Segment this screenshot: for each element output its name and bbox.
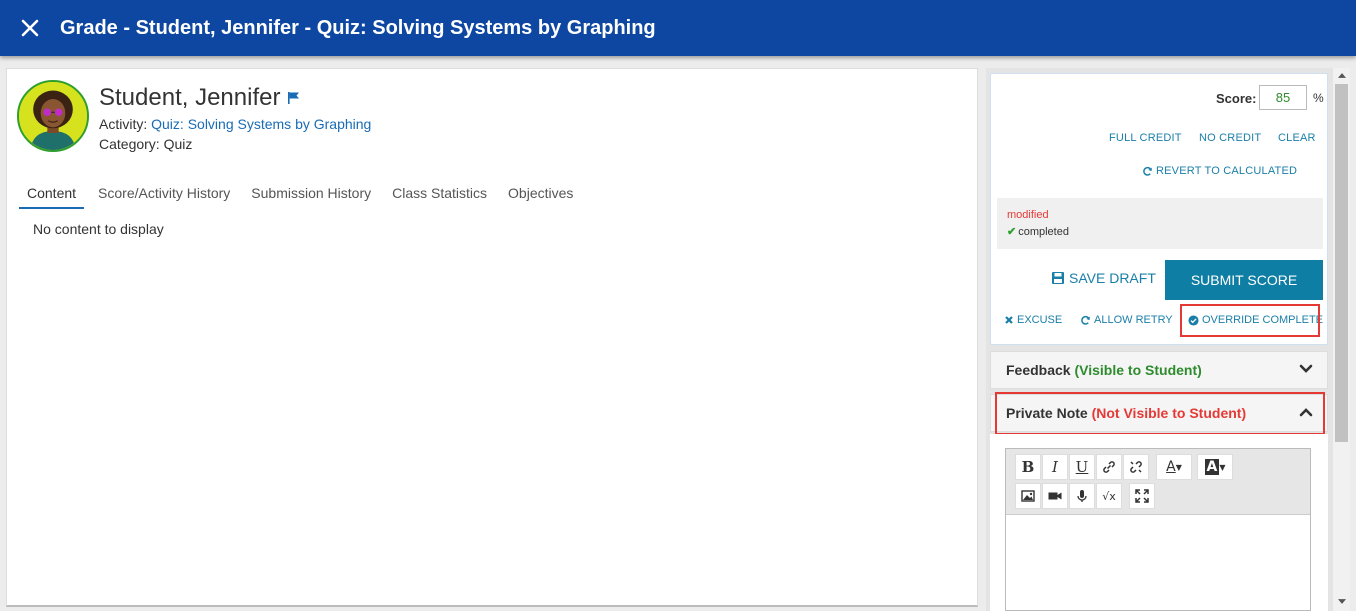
- header-bar: Grade - Student, Jennifer - Quiz: Solvin…: [0, 0, 1356, 56]
- status-modified: modified: [1007, 209, 1049, 221]
- equation-icon[interactable]: √x: [1096, 483, 1122, 509]
- category-label: Category: Quiz: [99, 136, 193, 152]
- student-content-panel: Student, Jennifer Activity: Quiz: Solvin…: [6, 68, 978, 607]
- status-completed: ✔ completed: [1007, 225, 1069, 238]
- bold-icon[interactable]: B: [1015, 454, 1041, 480]
- x-icon: [1005, 316, 1013, 324]
- clear-button[interactable]: CLEAR: [1278, 132, 1316, 144]
- image-icon[interactable]: [1015, 483, 1041, 509]
- status-completed-label: completed: [1018, 226, 1069, 238]
- microphone-icon[interactable]: [1069, 483, 1095, 509]
- editor-toolbar: B I U A ▼ A ▼ √x: [1006, 449, 1310, 515]
- close-icon: [21, 19, 39, 37]
- activity-label: Activity:: [99, 116, 148, 132]
- allow-retry-label: ALLOW RETRY: [1094, 314, 1173, 326]
- checkmark-icon: ✔: [1007, 226, 1017, 238]
- save-draft-button[interactable]: SAVE DRAFT: [1051, 270, 1156, 286]
- video-icon[interactable]: [1042, 483, 1068, 509]
- close-button[interactable]: [0, 0, 60, 56]
- excuse-label: EXCUSE: [1017, 314, 1063, 326]
- font-color-icon[interactable]: A ▼: [1156, 454, 1192, 480]
- feedback-accordion-header[interactable]: Feedback (Visible to Student): [990, 351, 1328, 389]
- revert-label: REVERT TO CALCULATED: [1156, 165, 1298, 177]
- italic-icon[interactable]: I: [1042, 454, 1068, 480]
- submit-score-button[interactable]: SUBMIT SCORE: [1165, 260, 1323, 300]
- activity-link[interactable]: Quiz: Solving Systems by Graphing: [151, 116, 371, 132]
- flag-icon[interactable]: [287, 91, 300, 104]
- allow-retry-button[interactable]: ALLOW RETRY: [1080, 314, 1173, 326]
- underline-icon[interactable]: U: [1069, 454, 1095, 480]
- no-credit-button[interactable]: NO CREDIT: [1199, 132, 1261, 144]
- unlink-icon[interactable]: [1123, 454, 1149, 480]
- scroll-up-arrow-icon[interactable]: [1333, 68, 1350, 82]
- score-label: Score:: [1216, 91, 1257, 106]
- tab-objectives[interactable]: Objectives: [508, 181, 573, 209]
- private-note-editor[interactable]: B I U A ▼ A ▼ √x: [1005, 448, 1311, 611]
- score-unit: %: [1313, 91, 1324, 105]
- save-draft-label: SAVE DRAFT: [1069, 270, 1156, 286]
- private-note-body: B I U A ▼ A ▼ √x: [990, 434, 1328, 611]
- link-icon[interactable]: [1096, 454, 1122, 480]
- override-highlight-outline: [1180, 304, 1320, 337]
- fullscreen-icon[interactable]: [1129, 483, 1155, 509]
- scroll-down-arrow-icon[interactable]: [1333, 594, 1350, 608]
- feedback-title: Feedback (Visible to Student): [1006, 362, 1202, 378]
- activity-line: Activity: Quiz: Solving Systems by Graph…: [99, 116, 371, 132]
- tab-score-activity-history[interactable]: Score/Activity History: [98, 181, 230, 209]
- private-note-highlight-outline: [995, 392, 1325, 435]
- score-input[interactable]: 85: [1259, 85, 1307, 110]
- excuse-button[interactable]: EXCUSE: [1004, 314, 1062, 326]
- retry-icon: [1081, 315, 1090, 325]
- background-color-icon[interactable]: A ▼: [1197, 454, 1233, 480]
- grading-sidebar: Score: 85 % FULL CREDIT NO CREDIT CLEAR …: [986, 68, 1333, 611]
- scrollbar[interactable]: [1333, 68, 1350, 611]
- tab-class-statistics[interactable]: Class Statistics: [392, 181, 487, 209]
- empty-content-message: No content to display: [33, 221, 164, 237]
- refresh-icon: [1143, 166, 1152, 176]
- page-title: Grade - Student, Jennifer - Quiz: Solvin…: [60, 16, 656, 39]
- student-avatar-icon: [19, 82, 87, 150]
- revert-to-calculated-button[interactable]: REVERT TO CALCULATED: [1142, 165, 1297, 177]
- student-name: Student, Jennifer: [99, 84, 281, 111]
- tab-content[interactable]: Content: [19, 181, 85, 209]
- tab-submission-history[interactable]: Submission History: [251, 181, 371, 209]
- avatar: [17, 80, 89, 152]
- save-icon: [1052, 272, 1064, 284]
- score-status-box: modified ✔ completed: [997, 198, 1323, 249]
- tab-bar: Content Score/Activity History Submissio…: [19, 181, 594, 209]
- chevron-down-icon: [1299, 364, 1313, 373]
- score-card: Score: 85 % FULL CREDIT NO CREDIT CLEAR …: [990, 73, 1328, 345]
- full-credit-button[interactable]: FULL CREDIT: [1109, 132, 1182, 144]
- scroll-thumb[interactable]: [1335, 84, 1348, 442]
